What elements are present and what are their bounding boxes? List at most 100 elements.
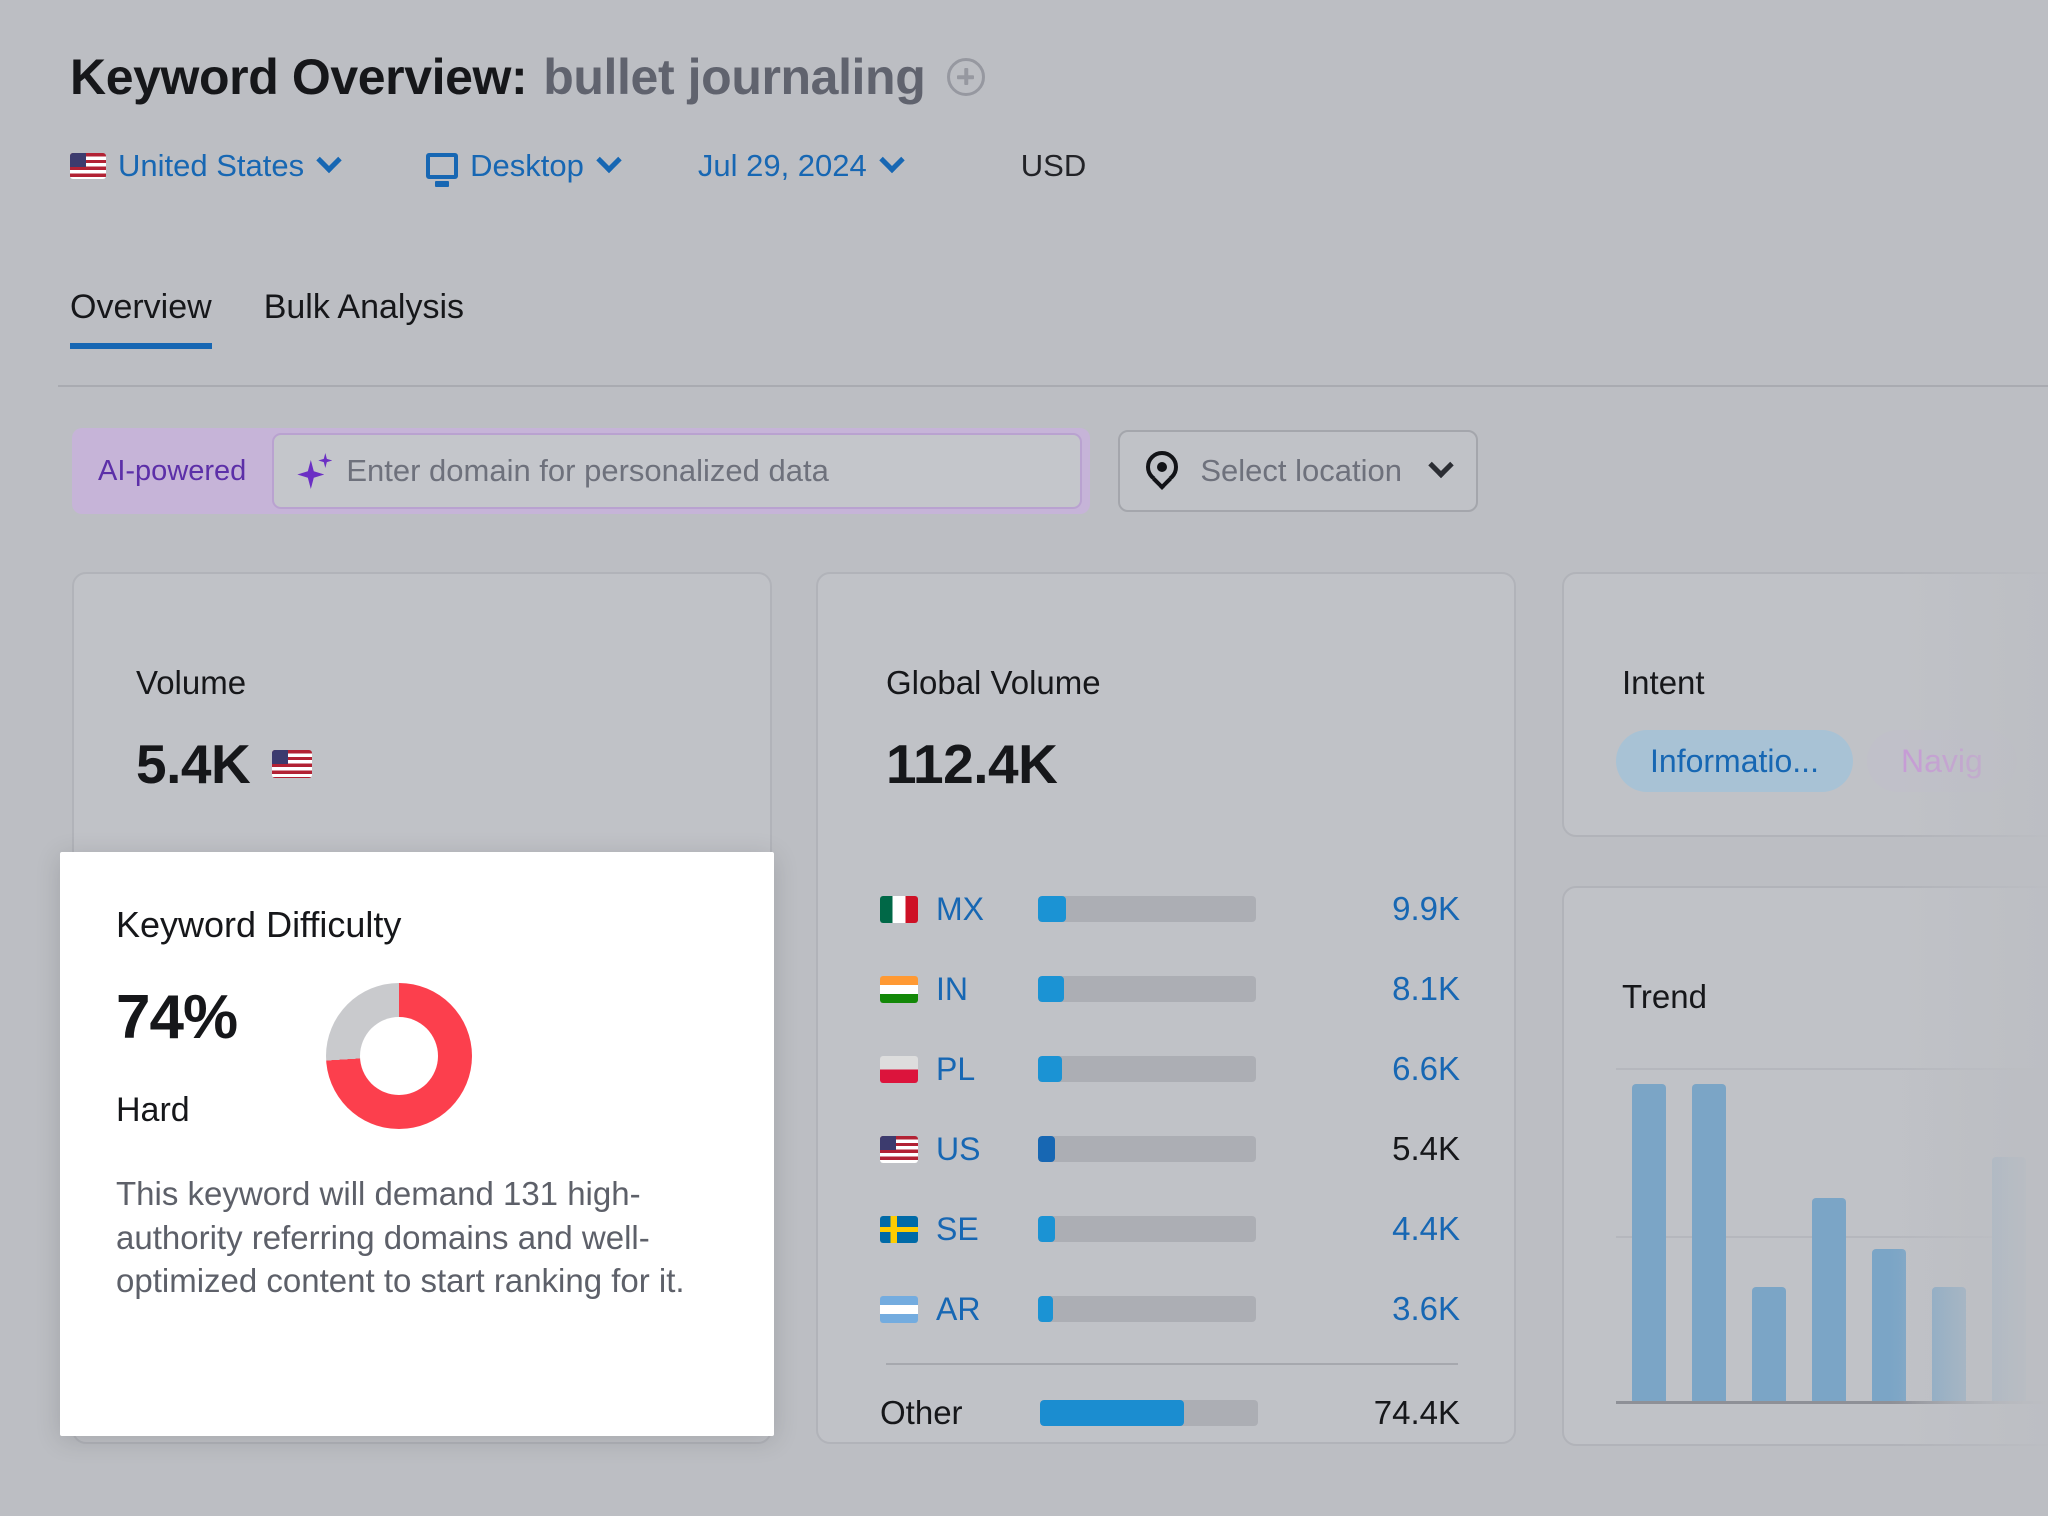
volume-value: 5.4K xyxy=(1256,1130,1464,1168)
currency-label: USD xyxy=(1021,148,1086,184)
mx-flag-icon xyxy=(880,896,918,923)
volume-bar xyxy=(1040,1400,1258,1426)
ai-powered-badge: AI-powered xyxy=(72,455,272,488)
trend-bar xyxy=(1632,1084,1666,1401)
global-volume-value: 112.4K xyxy=(886,732,1057,796)
plus-circle-icon[interactable] xyxy=(947,58,985,96)
page-title-prefix: Keyword Overview: xyxy=(70,48,527,106)
intent-chip-list: Informatio... Navig xyxy=(1616,730,2017,792)
trend-bar xyxy=(1992,1157,2026,1401)
page-title-keyword: bullet journaling xyxy=(543,48,925,106)
se-flag-icon xyxy=(880,1216,918,1243)
country-selector[interactable]: United States xyxy=(70,148,338,184)
intent-chip-informational[interactable]: Informatio... xyxy=(1616,730,1853,792)
tooltip-score-row: 74% Hard xyxy=(116,982,718,1130)
chevron-down-icon xyxy=(596,148,621,173)
country-code: US xyxy=(936,1131,1028,1168)
tab-underline-rule xyxy=(58,385,2048,387)
location-pin-icon xyxy=(1146,451,1178,491)
location-select[interactable]: Select location xyxy=(1118,430,1478,512)
domain-input-placeholder: Enter domain for personalized data xyxy=(346,453,829,489)
volume-bar xyxy=(1038,896,1256,922)
volume-value: 6.6K xyxy=(1256,1050,1464,1088)
date-selector-label: Jul 29, 2024 xyxy=(698,148,867,184)
domain-input[interactable]: Enter domain for personalized data xyxy=(272,433,1082,509)
trend-bar-chart xyxy=(1616,1068,2048,1404)
global-volume-row[interactable]: PL 6.6K xyxy=(880,1029,1464,1109)
country-code: PL xyxy=(936,1051,1028,1088)
volume-value: 3.6K xyxy=(1256,1290,1464,1328)
us-flag-icon xyxy=(272,750,312,778)
volume-bar xyxy=(1038,976,1256,1002)
trend-bar xyxy=(1812,1198,1846,1401)
volume-value: 4.4K xyxy=(1256,1210,1464,1248)
in-flag-icon xyxy=(880,976,918,1003)
chevron-down-icon xyxy=(879,148,904,173)
volume-value: 9.9K xyxy=(1256,890,1464,928)
page-title: Keyword Overview: bullet journaling xyxy=(70,48,1086,106)
country-code: IN xyxy=(936,971,1028,1008)
volume-card-value-row: 5.4K xyxy=(136,732,312,796)
divider xyxy=(886,1363,1458,1365)
ai-domain-bar: AI-powered Enter domain for personalized… xyxy=(72,428,1478,514)
us-flag-icon xyxy=(70,153,106,179)
country-code: AR xyxy=(936,1291,1028,1328)
keyword-overview-page: Keyword Overview: bullet journaling Unit… xyxy=(0,0,2048,1516)
page-header: Keyword Overview: bullet journaling Unit… xyxy=(70,48,1086,184)
chevron-down-icon xyxy=(316,148,341,173)
global-volume-label: Global Volume xyxy=(886,664,1101,702)
volume-bar xyxy=(1038,1296,1256,1322)
sparkle-icon xyxy=(296,453,332,489)
location-select-label: Select location xyxy=(1200,453,1402,489)
volume-bar xyxy=(1038,1216,1256,1242)
tooltip-description: This keyword will demand 131 high-author… xyxy=(116,1172,718,1303)
country-code: MX xyxy=(936,891,1028,928)
volume-bar xyxy=(1038,1056,1256,1082)
tooltip-difficulty-level: Hard xyxy=(116,1091,316,1130)
country-code: SE xyxy=(936,1211,1028,1248)
us-flag-icon xyxy=(880,1136,918,1163)
global-volume-row[interactable]: MX 9.9K xyxy=(880,869,1464,949)
global-volume-row[interactable]: IN 8.1K xyxy=(880,949,1464,1029)
global-volume-row[interactable]: SE 4.4K xyxy=(880,1189,1464,1269)
chevron-down-icon xyxy=(1428,453,1453,478)
trend-bar xyxy=(1932,1287,1966,1401)
volume-value: 74.4K xyxy=(1258,1394,1464,1432)
intent-chip-navigational[interactable]: Navig xyxy=(1867,730,2017,792)
intent-card: Intent Informatio... Navig xyxy=(1562,572,2048,837)
trend-card-label: Trend xyxy=(1622,978,1707,1016)
ai-powered-wrapper: AI-powered Enter domain for personalized… xyxy=(72,428,1090,514)
device-selector-label: Desktop xyxy=(470,148,584,184)
chart-x-axis xyxy=(1616,1401,2048,1404)
trend-bar xyxy=(1692,1084,1726,1401)
tab-overview[interactable]: Overview xyxy=(70,288,212,349)
country-selector-label: United States xyxy=(118,148,304,184)
global-volume-card: Global Volume 112.4K MX 9.9K IN 8.1K PL 6.6K U… xyxy=(816,572,1516,1444)
tooltip-title: Keyword Difficulty xyxy=(116,904,718,946)
global-volume-row[interactable]: US 5.4K xyxy=(880,1109,1464,1189)
tooltip-score-value: 74% xyxy=(116,982,316,1053)
ar-flag-icon xyxy=(880,1296,918,1323)
global-volume-other-row: Other 74.4K xyxy=(880,1375,1464,1451)
global-volume-country-list: MX 9.9K IN 8.1K PL 6.6K US 5.4K SE 4.4K AR 3.6K Othe… xyxy=(880,869,1464,1451)
pl-flag-icon xyxy=(880,1056,918,1083)
trend-card: Trend xyxy=(1562,886,2048,1446)
monitor-icon xyxy=(426,153,458,179)
tab-bulk-analysis[interactable]: Bulk Analysis xyxy=(264,288,464,349)
difficulty-donut-chart xyxy=(326,983,472,1129)
global-volume-row[interactable]: AR 3.6K xyxy=(880,1269,1464,1349)
volume-card-label: Volume xyxy=(136,664,246,702)
keyword-difficulty-tooltip: Keyword Difficulty 74% Hard This keyword… xyxy=(60,852,774,1436)
trend-bars xyxy=(1632,1068,2048,1401)
volume-value: 8.1K xyxy=(1256,970,1464,1008)
trend-bar xyxy=(1872,1249,1906,1401)
tab-bar: Overview Bulk Analysis xyxy=(70,288,464,349)
device-selector[interactable]: Desktop xyxy=(426,148,618,184)
volume-bar xyxy=(1038,1136,1256,1162)
filter-bar: United States Desktop Jul 29, 2024 USD xyxy=(70,148,1086,184)
volume-card-value: 5.4K xyxy=(136,732,250,796)
intent-card-label: Intent xyxy=(1622,664,1705,702)
other-label: Other xyxy=(880,1394,1040,1432)
date-selector[interactable]: Jul 29, 2024 xyxy=(698,148,901,184)
trend-bar xyxy=(1752,1287,1786,1401)
